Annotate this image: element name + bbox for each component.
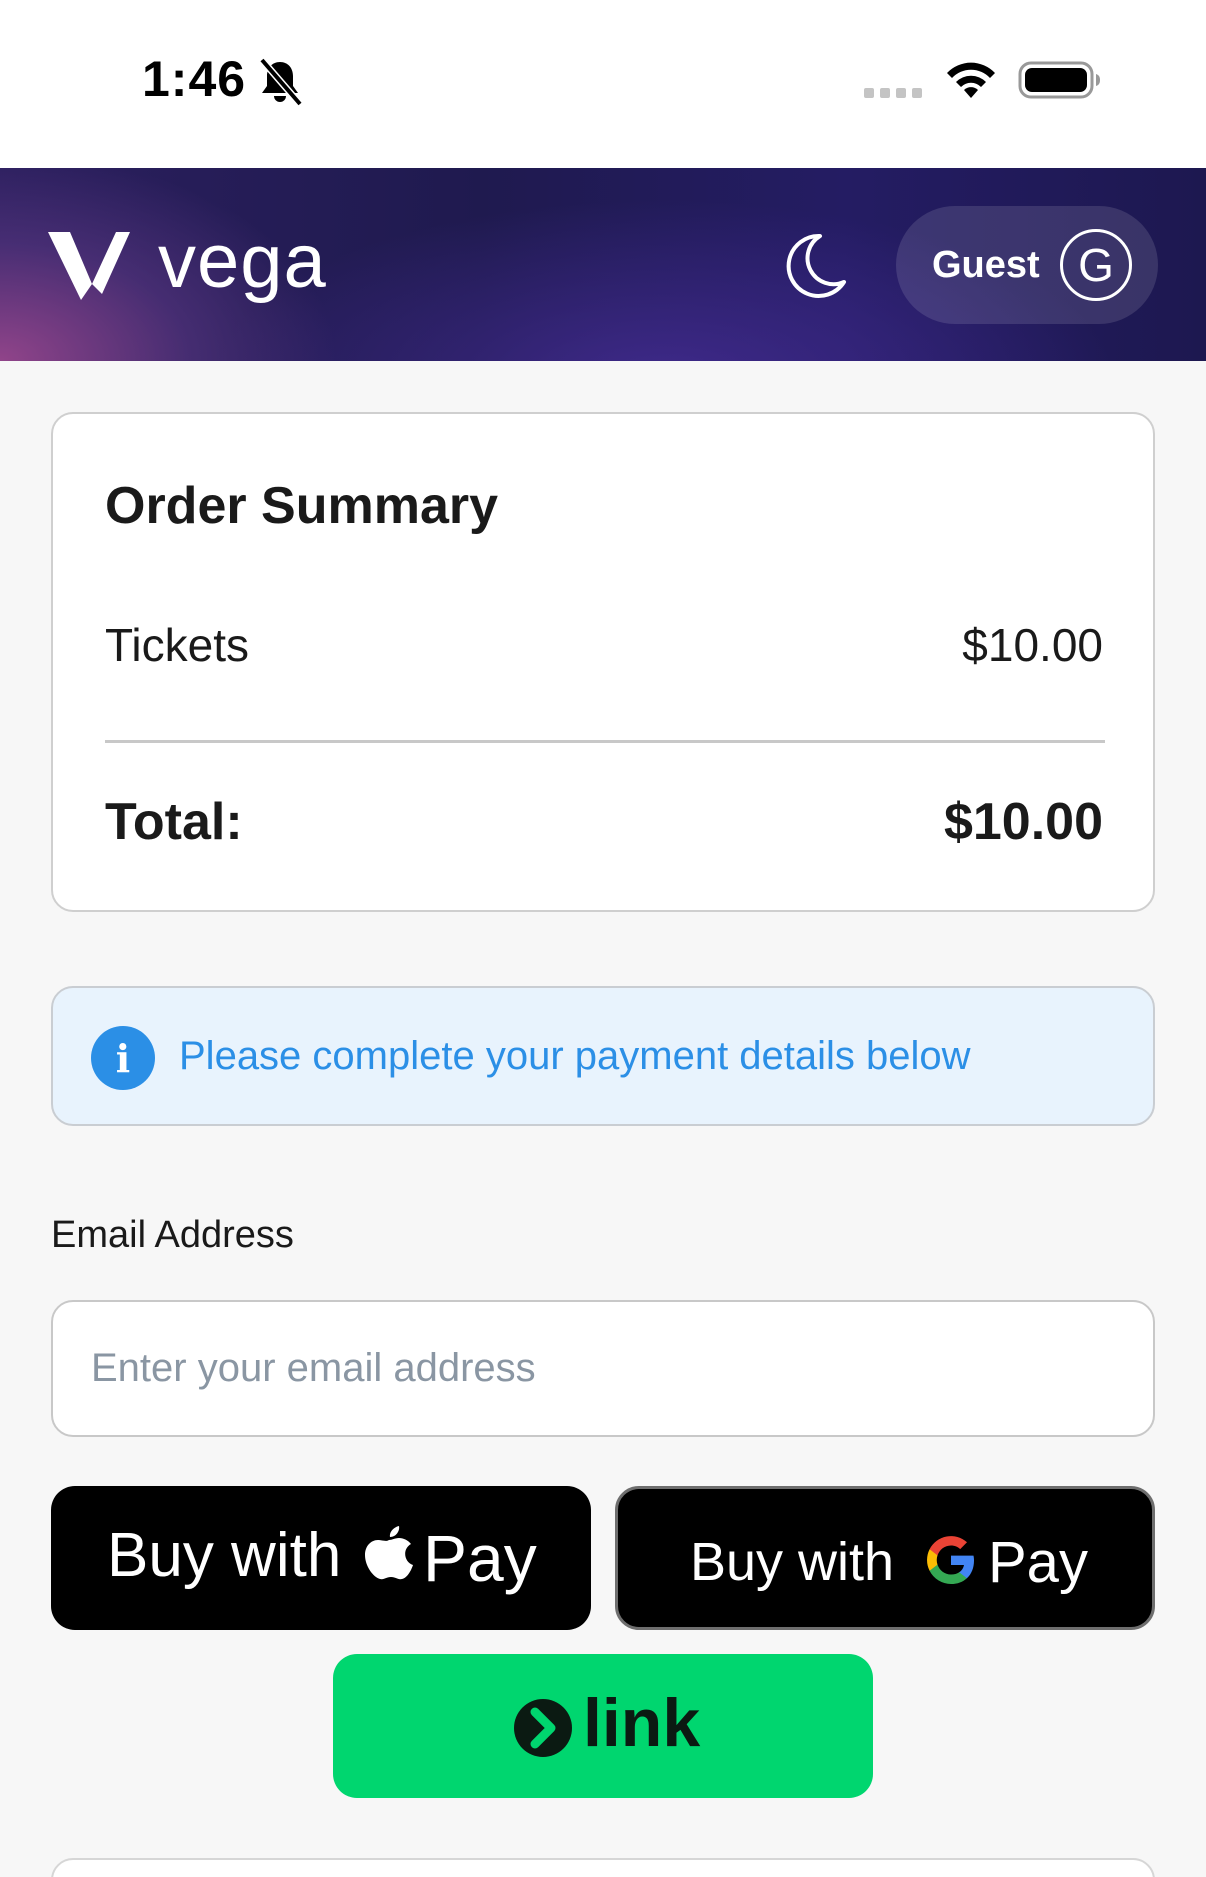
google-pay-brand: Pay — [988, 1530, 1088, 1595]
checkout-page: 1:46 vega Guest G Order Summary Tickets … — [0, 0, 1206, 1877]
guest-label: Guest — [932, 244, 1040, 286]
order-summary-title: Order Summary — [105, 477, 499, 535]
google-pay-prefix: Buy with — [690, 1532, 895, 1592]
apple-pay-brand: Pay — [423, 1521, 537, 1595]
vega-logo-icon — [48, 232, 130, 300]
google-pay-button[interactable]: Buy with Pay — [615, 1486, 1155, 1630]
status-bar: 1:46 — [0, 0, 1206, 168]
payment-info-banner: i Please complete your payment details b… — [51, 986, 1155, 1126]
info-icon: i — [91, 1026, 155, 1090]
apple-logo-icon — [365, 1526, 413, 1580]
cellular-signal-icon — [864, 88, 922, 98]
info-banner-text: Please complete your payment details bel… — [179, 1034, 971, 1078]
line-item-value: $10.00 — [962, 619, 1103, 671]
payment-details-card — [51, 1858, 1155, 1877]
wifi-icon — [947, 62, 995, 98]
order-summary-card: Order Summary Tickets $10.00 Total: $10.… — [51, 412, 1155, 912]
link-pay-button[interactable]: link — [333, 1654, 873, 1798]
order-divider — [105, 740, 1105, 743]
apple-pay-prefix: Buy with — [107, 1521, 342, 1590]
bell-slash-icon — [259, 58, 302, 106]
total-value: $10.00 — [943, 793, 1103, 851]
status-time: 1:46 — [142, 51, 247, 107]
battery-icon — [1018, 61, 1100, 99]
apple-pay-button[interactable]: Buy with Pay — [51, 1486, 591, 1630]
link-label: link — [583, 1685, 701, 1761]
email-label: Email Address — [51, 1214, 294, 1256]
total-label: Total: — [105, 793, 243, 851]
app-header: vega Guest G — [0, 168, 1206, 361]
app-logo-text: vega — [158, 219, 327, 304]
link-chevron-icon — [514, 1699, 572, 1757]
line-item-label: Tickets — [105, 619, 249, 671]
google-g-icon — [927, 1536, 974, 1584]
moon-icon[interactable] — [780, 230, 848, 302]
guest-account-button[interactable]: Guest G — [896, 206, 1158, 324]
email-input[interactable] — [51, 1300, 1155, 1437]
avatar: G — [1060, 229, 1132, 301]
